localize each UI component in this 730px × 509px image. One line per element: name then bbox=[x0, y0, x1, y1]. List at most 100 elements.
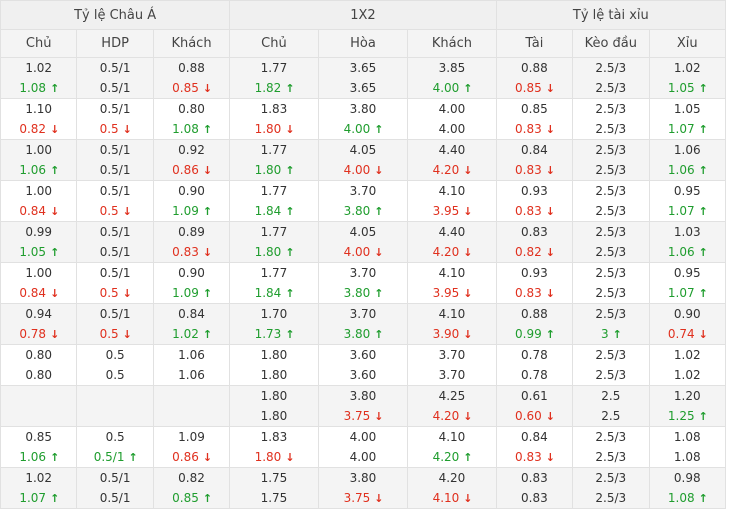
current-odds-value: 1.07 bbox=[667, 122, 695, 136]
opening-odds: 0.5/1 bbox=[99, 102, 131, 116]
opening-odds: 0.5 bbox=[105, 430, 125, 444]
odds-cell: 0.89 0.83 ↓ bbox=[152, 221, 231, 263]
opening-odds: 0.89 bbox=[178, 225, 205, 239]
opening-odds: 0.83 bbox=[521, 471, 548, 485]
arrow-up-icon: ↑ bbox=[285, 287, 295, 300]
current-odds: 2.5/3 bbox=[574, 283, 648, 303]
opening-odds: 0.84 bbox=[521, 430, 548, 444]
current-odds-value: 2.5/3 bbox=[595, 491, 627, 505]
odds-cell-values: 1.06 1.06 bbox=[154, 346, 228, 385]
current-odds: 0.85 ↑ bbox=[154, 488, 228, 508]
odds-cell-values: 0.95 1.07 ↑ bbox=[650, 264, 725, 303]
odds-cell: 0.98 1.08 ↑ bbox=[648, 467, 726, 509]
odds-cell: 4.10 3.95 ↓ bbox=[407, 180, 497, 222]
current-odds: 0.5/1 bbox=[78, 160, 152, 180]
current-odds: 1.80 ↑ bbox=[231, 242, 317, 262]
odds-cell-values: 1.02 1.07 ↑ bbox=[2, 469, 76, 508]
arrow-up-icon: ↑ bbox=[698, 246, 708, 259]
current-odds: 1.06 ↑ bbox=[650, 160, 725, 180]
odds-cell-values: 3.70 3.80 ↑ bbox=[319, 305, 406, 344]
table-row: 1.02 1.07 ↑ 0.5/1 0.5/1 0.82 0.85 ↑ 1.75 1.75 3.80… bbox=[0, 467, 726, 509]
arrow-down-icon: ↓ bbox=[463, 164, 473, 177]
current-odds-value: 1.80 bbox=[260, 368, 288, 382]
current-odds-value: 4.00 bbox=[432, 81, 460, 95]
current-odds: 2.5 bbox=[574, 406, 648, 426]
arrow-up-icon: ↑ bbox=[374, 205, 384, 218]
odds-cell-values: 4.10 3.95 ↓ bbox=[409, 182, 496, 221]
current-odds-value: 0.5 bbox=[105, 368, 125, 382]
odds-cell: 0.5/1 0.5/1 bbox=[76, 221, 154, 263]
odds-cell-values: 0.5 0.5/1 ↑ bbox=[78, 428, 152, 467]
current-odds-value: 0.5/1 bbox=[99, 81, 131, 95]
odds-cell: 0.5 0.5 bbox=[76, 344, 154, 386]
current-odds-value: 0.74 bbox=[667, 327, 695, 341]
arrow-down-icon: ↓ bbox=[463, 287, 473, 300]
odds-cell: 3.70 3.80 ↑ bbox=[317, 303, 409, 345]
odds-cell: 2.5/3 2.5/3 bbox=[572, 139, 650, 181]
current-odds: 0.83 ↓ bbox=[497, 160, 571, 180]
odds-cell: 0.80 1.08 ↑ bbox=[152, 98, 231, 140]
arrow-down-icon: ↓ bbox=[50, 123, 60, 136]
opening-odds: 0.80 bbox=[25, 348, 53, 362]
opening-odds: 0.94 bbox=[25, 307, 53, 321]
table-row: 0.99 1.05 ↑ 0.5/1 0.5/1 0.89 0.83 ↓ 1.77 1.80 ↑ 4.0… bbox=[0, 221, 726, 263]
opening-odds: 0.88 bbox=[521, 61, 548, 75]
current-odds: 1.80 bbox=[231, 406, 317, 426]
odds-cell-values: 1.05 1.07 ↑ bbox=[650, 100, 725, 139]
opening-odds bbox=[78, 387, 152, 407]
opening-odds: 1.06 bbox=[178, 348, 205, 362]
current-odds-value: 0.86 bbox=[172, 163, 199, 177]
current-odds: 0.83 ↓ bbox=[497, 447, 571, 467]
odds-cell-values: 0.93 0.83 ↓ bbox=[497, 182, 571, 221]
current-odds: 1.08 ↑ bbox=[154, 119, 228, 139]
odds-cell-values: 0.95 1.07 ↑ bbox=[650, 182, 725, 221]
current-odds-value: 0.5 bbox=[99, 327, 119, 341]
odds-cell-values: 4.05 4.00 ↓ bbox=[319, 141, 406, 180]
odds-cell-values: 0.84 1.02 ↑ bbox=[154, 305, 228, 344]
opening-odds: 0.88 bbox=[521, 307, 548, 321]
opening-odds: 0.5/1 bbox=[99, 225, 131, 239]
odds-cell: 0.85 0.83 ↓ bbox=[495, 98, 574, 140]
odds-cell-values: 1.80 1.80 bbox=[231, 387, 317, 426]
odds-cell: 0.78 0.78 bbox=[495, 344, 574, 386]
odds-cell: 0.94 0.78 ↓ bbox=[0, 303, 78, 345]
opening-odds: 3.85 bbox=[438, 61, 466, 75]
odds-cell-values: 0.78 0.78 bbox=[497, 346, 571, 385]
odds-cell-values: 1.00 1.06 ↑ bbox=[2, 141, 76, 180]
odds-cell-values: 2.5 2.5 bbox=[574, 387, 648, 426]
opening-odds: 1.00 bbox=[25, 266, 53, 280]
odds-cell-values: 0.5 0.5 bbox=[78, 346, 152, 385]
table-row: 1.02 1.08 ↑ 0.5/1 0.5/1 0.88 0.85 ↓ 1.77 1.82 ↑ 3.6… bbox=[0, 57, 726, 99]
current-odds: 3.60 bbox=[319, 365, 406, 385]
opening-odds: 2.5/3 bbox=[595, 143, 627, 157]
arrow-up-icon: ↑ bbox=[285, 164, 295, 177]
current-odds: 1.09 ↑ bbox=[154, 201, 228, 221]
odds-cell-values: 4.40 4.20 ↓ bbox=[409, 141, 496, 180]
odds-cell: 0.93 0.83 ↓ bbox=[495, 180, 574, 222]
current-odds: 3.75 ↓ bbox=[319, 488, 406, 508]
current-odds: 1.05 ↑ bbox=[650, 78, 725, 98]
current-odds: 3.75 ↓ bbox=[319, 406, 406, 426]
odds-cell-values: 1.06 1.06 ↑ bbox=[650, 141, 725, 180]
current-odds: 1.82 ↑ bbox=[231, 78, 317, 98]
odds-cell-values: 2.5/3 2.5/3 bbox=[574, 141, 648, 180]
current-odds-value: 1.75 bbox=[260, 491, 288, 505]
odds-cell: 3.80 4.00 ↑ bbox=[317, 98, 409, 140]
current-odds-value: 2.5/3 bbox=[595, 450, 627, 464]
odds-cell-values: 4.00 4.00 bbox=[409, 100, 496, 139]
odds-cell: 0.92 0.86 ↓ bbox=[152, 139, 231, 181]
opening-odds: 3.80 bbox=[349, 389, 377, 403]
current-odds-value: 3.70 bbox=[438, 368, 466, 382]
current-odds: 4.20 ↓ bbox=[409, 406, 496, 426]
current-odds-value: 3.95 bbox=[432, 204, 460, 218]
opening-odds: 0.82 bbox=[178, 471, 205, 485]
odds-cell-values: 0.5/1 0.5/1 bbox=[78, 469, 152, 508]
current-odds: 0.80 bbox=[2, 365, 76, 385]
opening-odds bbox=[154, 387, 228, 407]
odds-cell: 0.85 1.06 ↑ bbox=[0, 426, 78, 468]
odds-cell: 2.5/3 2.5/3 bbox=[572, 57, 650, 99]
current-odds-value: 4.20 bbox=[432, 450, 460, 464]
odds-cell: 0.88 0.99 ↑ bbox=[495, 303, 574, 345]
current-odds: 4.00 bbox=[409, 119, 496, 139]
odds-cell: 1.70 1.73 ↑ bbox=[229, 303, 319, 345]
